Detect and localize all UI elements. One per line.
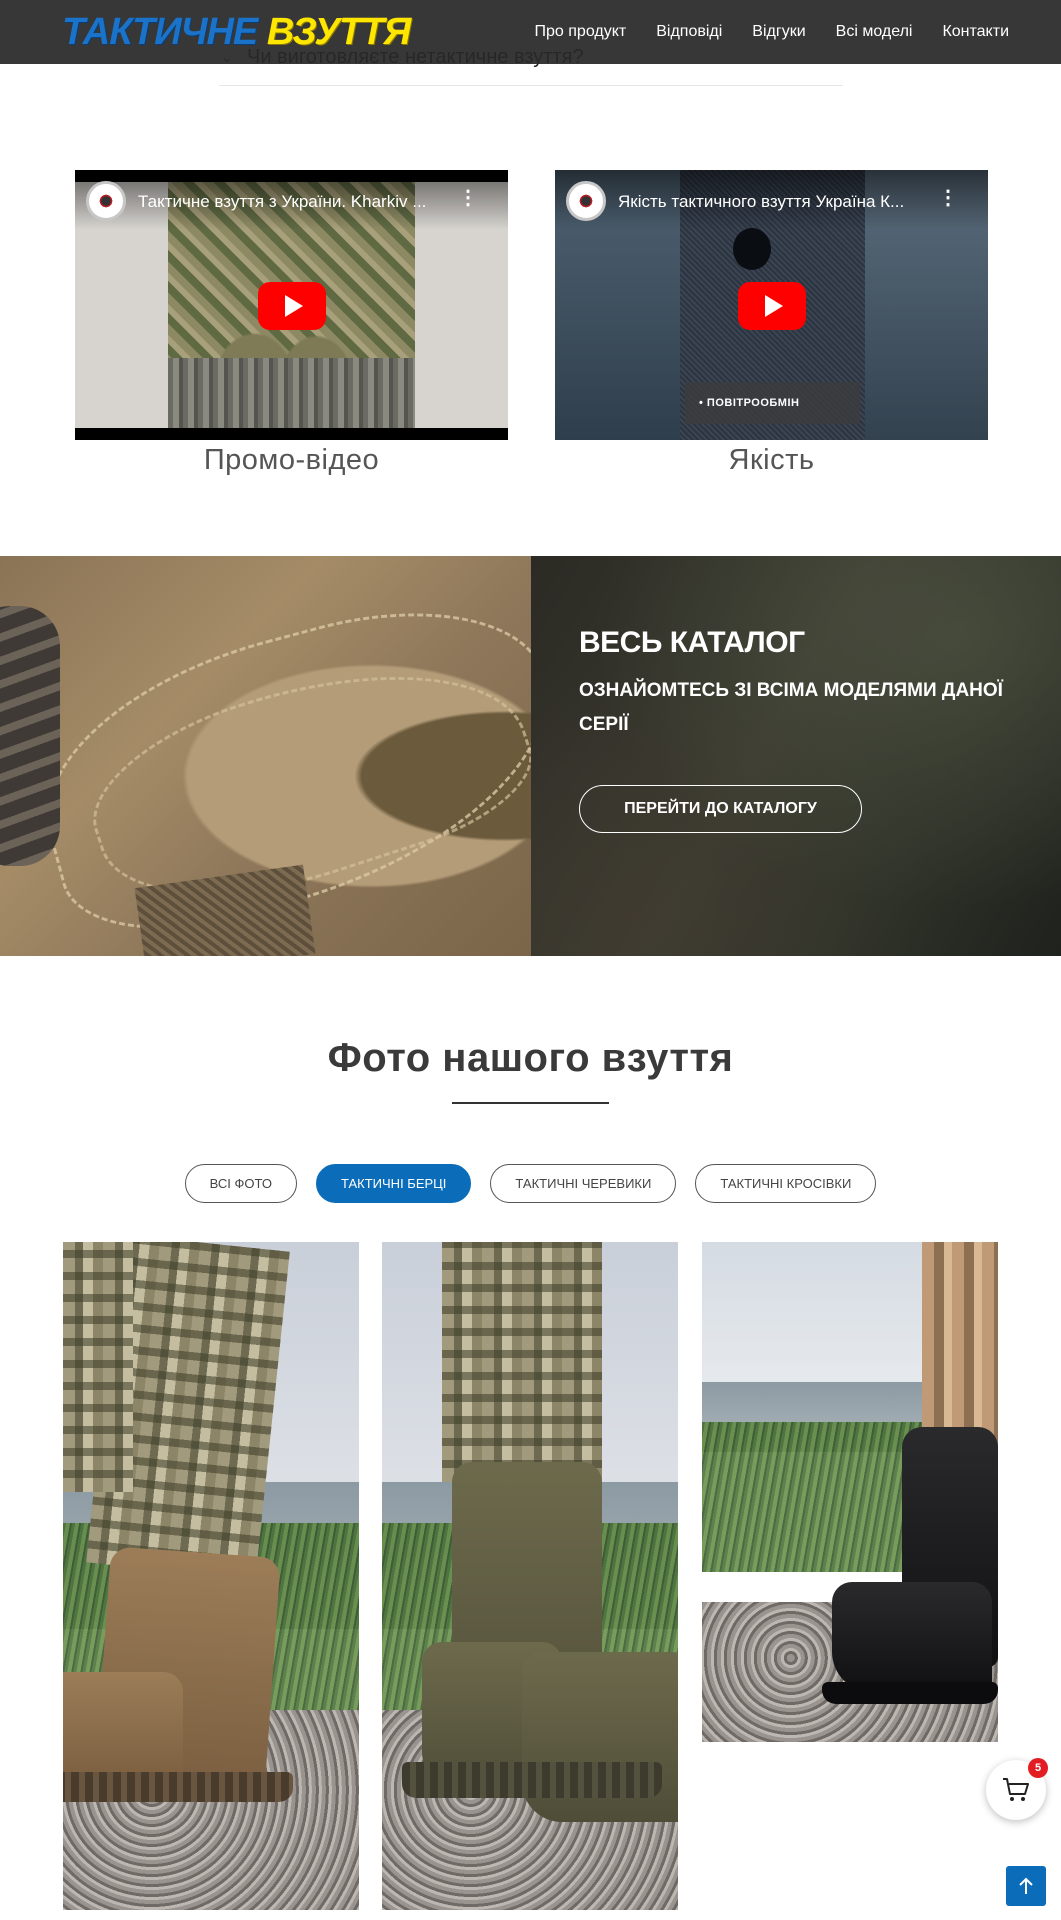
- channel-avatar[interactable]: [566, 181, 606, 221]
- photos-section-title: Фото нашого взуття: [327, 1036, 734, 1080]
- filter-tactical-sneakers[interactable]: ТАКТИЧНІ КРОСІВКИ: [695, 1164, 877, 1203]
- channel-avatar[interactable]: [86, 181, 126, 221]
- more-vert-icon[interactable]: ⋮: [938, 188, 958, 208]
- youtube-play-icon[interactable]: [258, 282, 326, 330]
- video-badge: • ПОВІТРООБМІН: [685, 382, 860, 424]
- nav-link-about[interactable]: Про продукт: [535, 23, 627, 41]
- video-caption-quality: Якість: [728, 444, 815, 476]
- logo-word-1: ТАКТИЧНЕ: [62, 11, 258, 53]
- more-vert-icon[interactable]: ⋮: [458, 188, 478, 208]
- camo-trousers-shape: [922, 1242, 998, 1442]
- catalog-subtitle: ОЗНАЙОМТЕСЬ ЗІ ВСІМА МОДЕЛЯМИ ДАНОЇ СЕРІ…: [579, 680, 1003, 735]
- arrow-up-icon: [1019, 1877, 1033, 1894]
- boot-shape: [63, 1672, 183, 1782]
- lace-shape: [0, 606, 60, 866]
- video-title[interactable]: Якість тактичного взуття Україна К...: [618, 192, 938, 212]
- boot-shape: [832, 1582, 992, 1692]
- quality-video-player[interactable]: Якість тактичного взуття Україна К... ⋮ …: [555, 170, 988, 440]
- water-drop-shape: [733, 228, 771, 270]
- nav-link-answers[interactable]: Відповіді: [656, 23, 722, 41]
- page: ⌄ Чи виготовляєте нетактичне взуття? ТАК…: [0, 0, 1061, 1920]
- main-nav: Про продукт Відповіді Відгуки Всі моделі…: [535, 0, 1009, 64]
- boot-closeup-image: [0, 556, 531, 956]
- shopping-cart-icon: [1003, 1778, 1029, 1801]
- scroll-top-button[interactable]: [1006, 1866, 1046, 1906]
- nav-link-reviews[interactable]: Відгуки: [752, 23, 805, 41]
- cart-button[interactable]: 5: [986, 1758, 1048, 1820]
- filter-tactical-boots[interactable]: ТАКТИЧНІ БЕРЦІ: [315, 1164, 472, 1203]
- nav-link-all-models[interactable]: Всі моделі: [836, 23, 913, 41]
- camo-trousers-shape: [63, 1242, 133, 1492]
- gallery-photo-black-boot[interactable]: [702, 1242, 998, 1742]
- nav-link-contacts[interactable]: Контакти: [942, 23, 1009, 41]
- sole-shape: [402, 1762, 662, 1798]
- site-logo[interactable]: ТАКТИЧНЕ ВЗУТТЯ: [62, 10, 411, 54]
- gallery-photo-tan-boot[interactable]: [63, 1242, 359, 1910]
- title-underline: [452, 1102, 609, 1104]
- video-thumbnail-ground: [168, 358, 415, 428]
- camo-trousers-shape: [442, 1242, 602, 1482]
- catalog-panel: ВЕСЬ КАТАЛОГ ОЗНАЙОМТЕСЬ ЗІ ВСІМА МОДЕЛЯ…: [531, 556, 1061, 956]
- filter-tactical-shoes[interactable]: ТАКТИЧНІ ЧЕРЕВИКИ: [490, 1164, 677, 1203]
- filter-all-photos[interactable]: ВСІ ФОТО: [184, 1164, 297, 1203]
- cart-count-badge: 5: [1028, 1758, 1048, 1778]
- logo-word-2: ВЗУТТЯ: [266, 11, 411, 53]
- promo-video-player[interactable]: Тактичне взуття з України. Kharkiv ... ⋮: [75, 170, 508, 440]
- go-to-catalog-button[interactable]: ПЕРЕЙТИ ДО КАТАЛОГУ: [579, 785, 862, 833]
- gallery-photo-olive-boot[interactable]: [382, 1242, 678, 1910]
- video-caption-promo: Промо-відео: [203, 444, 380, 476]
- photo-filters: ВСІ ФОТО ТАКТИЧНІ БЕРЦІ ТАКТИЧНІ ЧЕРЕВИК…: [0, 1164, 1061, 1203]
- video-title[interactable]: Тактичне взуття з України. Kharkiv ...: [138, 192, 458, 212]
- site-header: ТАКТИЧНЕ ВЗУТТЯ Про продукт Відповіді Ві…: [0, 0, 1061, 64]
- catalog-banner: ВЕСЬ КАТАЛОГ ОЗНАЙОМТЕСЬ ЗІ ВСІМА МОДЕЛЯ…: [0, 556, 1061, 956]
- youtube-play-icon[interactable]: [738, 282, 806, 330]
- sole-shape: [822, 1682, 998, 1704]
- catalog-title: ВЕСЬ КАТАЛОГ: [579, 626, 805, 659]
- sole-shape: [63, 1772, 293, 1802]
